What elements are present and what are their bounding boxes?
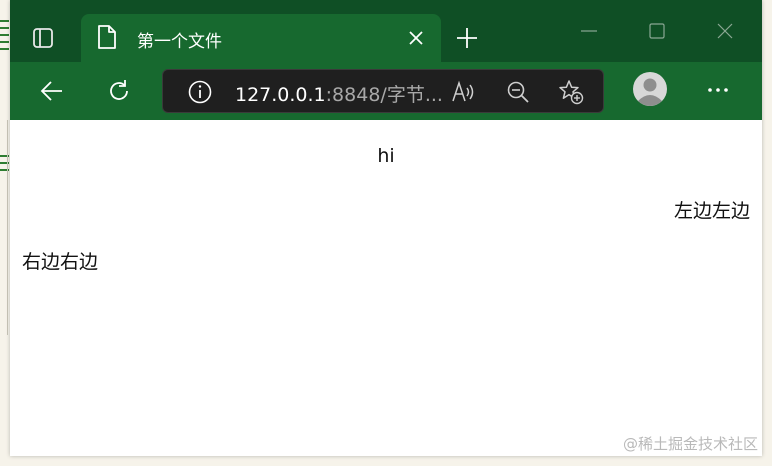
title-bar: 第一个文件 [10, 0, 762, 62]
page-icon [97, 24, 117, 50]
arrow-left-icon[interactable] [38, 77, 66, 105]
editor-marker [0, 27, 9, 29]
watermark: @稀土掘金技术社区 [622, 435, 758, 453]
editor-marker [0, 34, 9, 36]
active-tab[interactable]: 第一个文件 [81, 14, 441, 62]
browser-window: 第一个文件 127.0.0.1:8848/字节... hi 左边左边 右边右边 [10, 0, 762, 456]
editor-marker [0, 41, 9, 43]
right-aligned-text: 左边左边 [673, 200, 750, 222]
editor-guide-line [7, 120, 8, 335]
page-content: hi 左边左边 右边右边 [10, 120, 762, 456]
url-path: :8848/字节... [325, 84, 443, 106]
url-host: 127.0.0.1 [235, 84, 326, 106]
plus-icon[interactable] [455, 26, 479, 50]
tab-title: 第一个文件 [137, 32, 222, 52]
toolbar: 127.0.0.1:8848/字节... [10, 62, 762, 120]
close-icon[interactable] [406, 28, 426, 48]
url-text[interactable]: 127.0.0.1:8848/字节... [235, 80, 443, 107]
centered-text: hi [377, 145, 395, 167]
editor-marker [0, 48, 9, 50]
star-plus-icon[interactable] [557, 78, 585, 106]
editor-marker [0, 20, 9, 22]
ellipsis-icon[interactable] [704, 76, 732, 104]
tab-actions-icon[interactable] [32, 27, 54, 49]
maximize-icon[interactable] [648, 22, 666, 40]
profile-avatar[interactable] [632, 71, 668, 107]
refresh-icon[interactable] [105, 77, 133, 105]
zoom-out-icon[interactable] [505, 79, 531, 105]
info-icon[interactable] [187, 79, 213, 105]
minimize-icon[interactable] [580, 22, 598, 40]
left-aligned-text: 右边右边 [22, 251, 99, 273]
close-icon[interactable] [716, 22, 734, 40]
read-aloud-icon[interactable] [451, 80, 477, 104]
address-bar[interactable]: 127.0.0.1:8848/字节... [162, 69, 604, 113]
